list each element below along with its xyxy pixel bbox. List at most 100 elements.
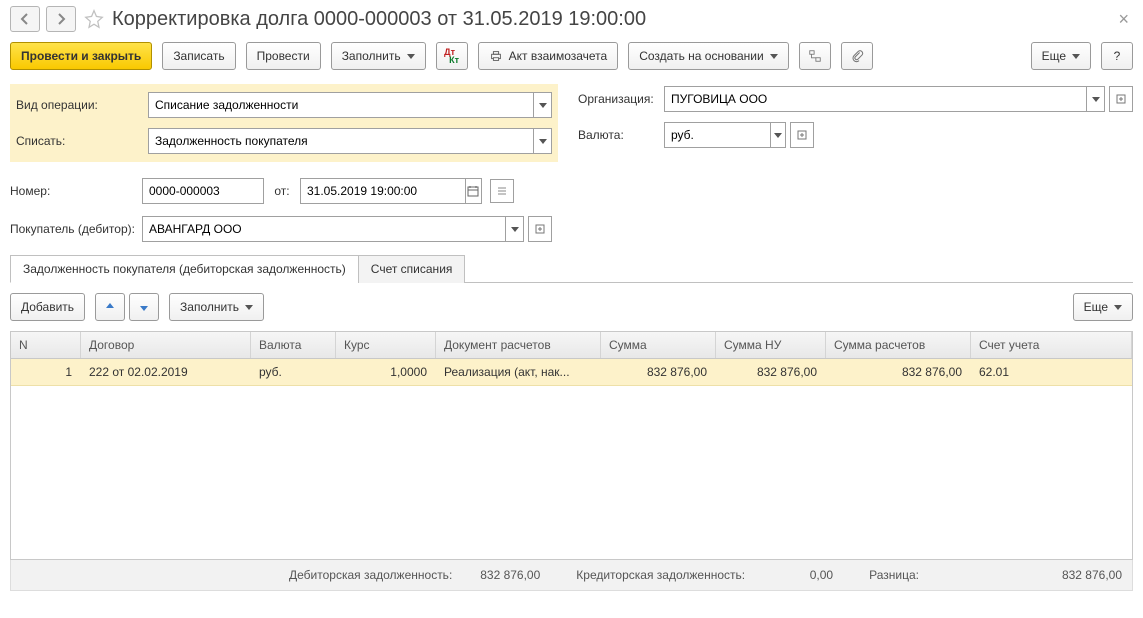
arrow-left-icon [19,13,31,25]
op-type-select[interactable] [148,92,552,118]
date-field[interactable] [300,178,482,204]
link-button[interactable] [799,42,831,70]
fill-dropdown-button[interactable]: Заполнить [331,42,426,70]
debit-total-label: Дебиторская задолженность: [289,568,452,582]
currency-select[interactable] [664,122,786,148]
date-extra-button[interactable] [490,179,514,203]
favorite-star-icon[interactable] [84,9,104,29]
tab-more-label: Еще [1084,300,1108,314]
number-label: Номер: [10,184,142,198]
cell-rate: 1,0000 [336,359,436,385]
cell-sum-r: 832 876,00 [826,359,971,385]
date-input[interactable] [301,179,465,203]
cell-contract: 222 от 02.02.2019 [81,359,251,385]
cell-currency: руб. [251,359,336,385]
cell-account: 62.01 [971,359,1132,385]
move-down-button[interactable] [129,293,159,321]
close-button[interactable]: × [1114,9,1133,30]
open-icon [797,130,807,140]
credit-total-value: 0,00 [753,568,833,582]
org-dropdown-toggle[interactable] [1086,87,1104,111]
tab-debt-label: Задолженность покупателя (дебиторская за… [23,262,346,276]
number-field[interactable] [142,178,264,204]
post-label: Провести [257,49,310,63]
currency-open-button[interactable] [790,122,814,148]
add-row-button[interactable]: Добавить [10,293,85,321]
number-input[interactable] [143,179,263,203]
org-label: Организация: [578,92,664,106]
open-icon [535,224,545,234]
post-and-close-label: Провести и закрыть [21,49,141,63]
col-currency[interactable]: Валюта [251,332,336,358]
structure-icon [808,49,822,63]
org-input[interactable] [665,87,1086,111]
date-picker-toggle[interactable] [465,179,481,203]
create-based-dropdown-button[interactable]: Создать на основании [628,42,789,70]
writeoff-input[interactable] [149,129,533,153]
add-row-label: Добавить [21,300,74,314]
nav-forward-button[interactable] [46,6,76,32]
buyer-dropdown-toggle[interactable] [505,217,523,241]
diff-total-label: Разница: [869,568,919,582]
move-up-button[interactable] [95,293,125,321]
org-open-button[interactable] [1109,86,1133,112]
arrow-up-icon [104,301,116,313]
save-label: Записать [173,49,224,63]
col-sum-nu[interactable]: Сумма НУ [716,332,826,358]
post-and-close-button[interactable]: Провести и закрыть [10,42,152,70]
credit-total-label: Кредиторская задолженность: [576,568,745,582]
col-sum[interactable]: Сумма [601,332,716,358]
org-select[interactable] [664,86,1105,112]
chevron-down-icon [774,133,782,138]
chevron-down-icon [245,305,253,310]
buyer-open-button[interactable] [528,216,552,242]
fill-label: Заполнить [342,49,401,63]
buyer-input[interactable] [143,217,505,241]
help-button[interactable]: ? [1101,42,1133,70]
chevron-down-icon [770,54,778,59]
col-sum-r[interactable]: Сумма расчетов [826,332,971,358]
col-account[interactable]: Счет учета [971,332,1132,358]
chevron-down-icon [511,227,519,232]
page-title: Корректировка долга 0000-000003 от 31.05… [112,8,646,31]
writeoff-dropdown-toggle[interactable] [533,129,551,153]
col-rate[interactable]: Курс [336,332,436,358]
table-row[interactable]: 1 222 от 02.02.2019 руб. 1,0000 Реализац… [11,359,1132,386]
op-type-label: Вид операции: [16,98,148,112]
create-based-label: Создать на основании [639,49,764,63]
op-type-dropdown-toggle[interactable] [533,93,551,117]
attach-button[interactable] [841,42,873,70]
tab-account[interactable]: Счет списания [358,255,466,283]
buyer-select[interactable] [142,216,524,242]
col-doc[interactable]: Документ расчетов [436,332,601,358]
list-icon [496,185,508,197]
currency-dropdown-toggle[interactable] [770,123,785,147]
chevron-down-icon [407,54,415,59]
paperclip-icon [850,49,864,63]
more-label: Еще [1042,49,1066,63]
debit-total-value: 832 876,00 [460,568,540,582]
diff-total-value: 832 876,00 [927,568,1122,582]
cell-sum-nu: 832 876,00 [716,359,826,385]
more-dropdown-button[interactable]: Еще [1031,42,1091,70]
post-button[interactable]: Провести [246,42,321,70]
arrow-right-icon [55,13,67,25]
save-button[interactable]: Записать [162,42,235,70]
nav-back-button[interactable] [10,6,40,32]
chevron-down-icon [1092,97,1100,102]
op-type-input[interactable] [149,93,533,117]
dtkt-button[interactable]: Дт Кт [436,42,468,70]
tab-debt[interactable]: Задолженность покупателя (дебиторская за… [10,255,359,283]
col-n[interactable]: N [11,332,81,358]
calendar-icon [467,185,479,197]
printer-icon [489,49,503,63]
col-contract[interactable]: Договор [81,332,251,358]
tab-fill-dropdown-button[interactable]: Заполнить [169,293,264,321]
tab-more-dropdown-button[interactable]: Еще [1073,293,1133,321]
tab-account-label: Счет списания [371,262,453,276]
tab-fill-label: Заполнить [180,300,239,314]
act-button[interactable]: Акт взаимозачета [478,42,619,70]
currency-input[interactable] [665,123,770,147]
writeoff-select[interactable] [148,128,552,154]
dtkt-icon: Дт Кт [444,48,459,64]
